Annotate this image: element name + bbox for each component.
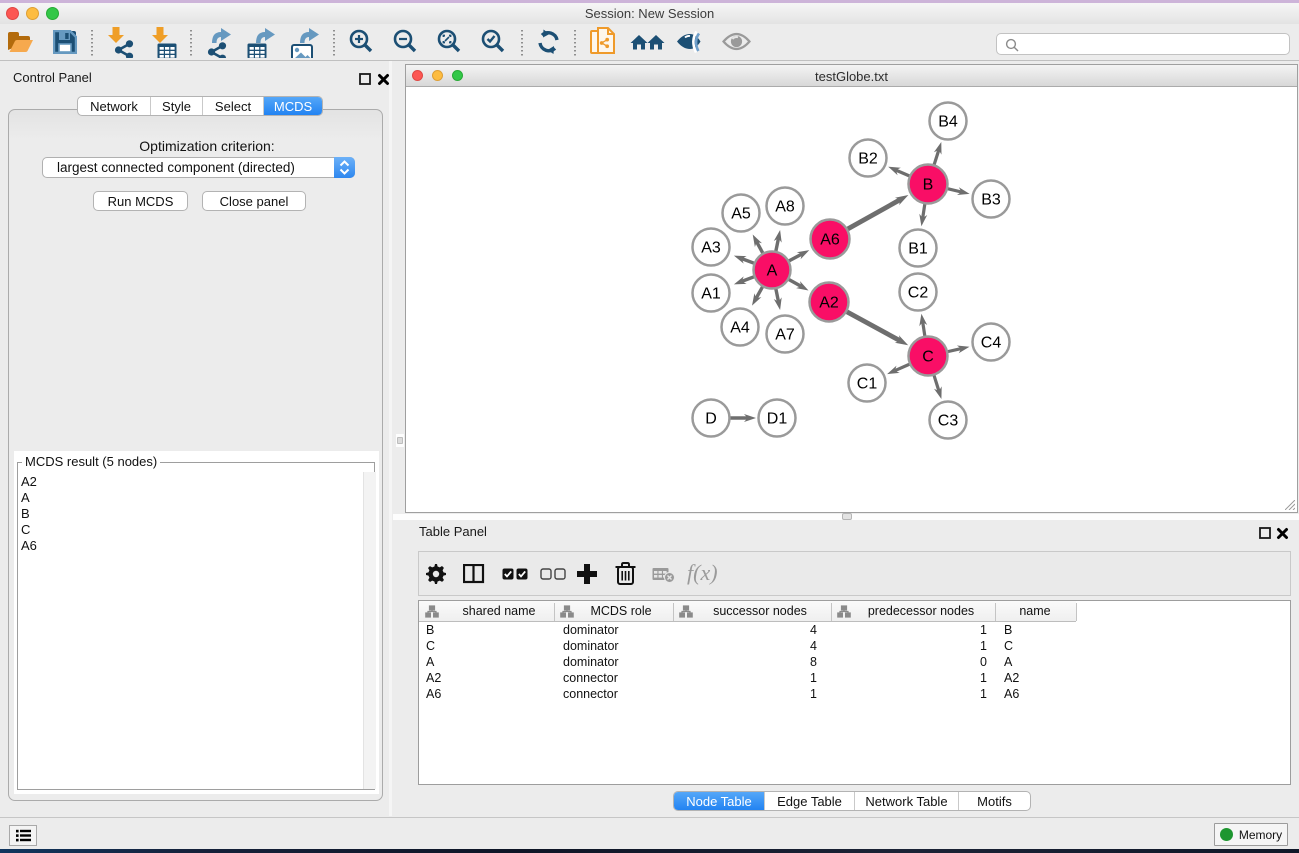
svg-text:C: C — [922, 349, 934, 366]
svg-text:A7: A7 — [775, 327, 795, 344]
svg-text:C1: C1 — [857, 376, 878, 393]
svg-text:B3: B3 — [981, 192, 1001, 209]
svg-text:C3: C3 — [938, 413, 959, 430]
svg-text:A8: A8 — [775, 199, 795, 216]
svg-text:C4: C4 — [981, 335, 1002, 352]
svg-text:C2: C2 — [908, 285, 929, 302]
svg-text:A4: A4 — [730, 320, 750, 337]
svg-text:A: A — [767, 263, 778, 280]
svg-text:B2: B2 — [858, 151, 878, 168]
svg-text:A1: A1 — [701, 286, 721, 303]
svg-text:B4: B4 — [938, 114, 958, 131]
svg-text:B: B — [923, 177, 934, 194]
svg-text:A2: A2 — [819, 295, 839, 312]
svg-text:A3: A3 — [701, 240, 721, 257]
svg-text:B1: B1 — [908, 241, 928, 258]
svg-text:D1: D1 — [767, 411, 788, 428]
svg-text:A6: A6 — [820, 232, 840, 249]
svg-text:A5: A5 — [731, 206, 751, 223]
svg-text:D: D — [705, 411, 717, 428]
